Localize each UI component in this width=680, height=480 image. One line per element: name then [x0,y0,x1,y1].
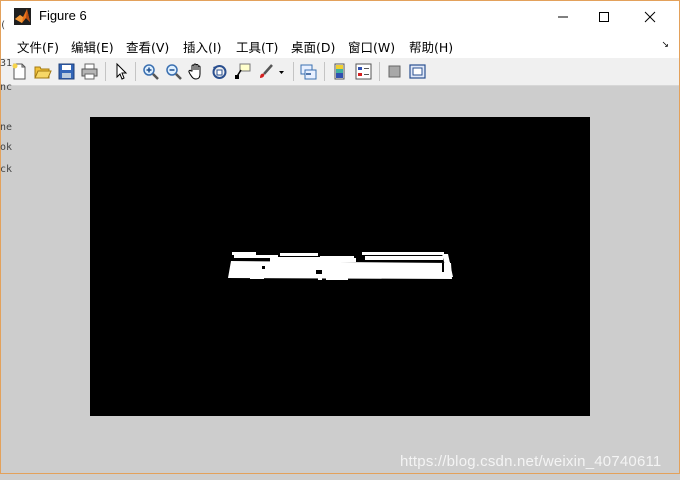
maximize-button[interactable] [581,1,627,32]
print-icon [81,63,98,80]
background-text-fragment: ok [0,142,13,153]
toolbar-separator [135,62,136,81]
figure-canvas[interactable]: https://blog.csdn.net/weixin_40740611 [1,86,679,473]
title-bar[interactable]: Figure 6 [1,1,679,32]
zoom-in-button[interactable] [141,62,160,81]
save-icon [58,63,75,80]
link-plot-icon [300,64,317,80]
hide-plot-tools-button[interactable] [385,62,404,81]
background-text-fragment: 31 [0,58,13,69]
window-title: Figure 6 [39,8,87,23]
insert-legend-icon [355,63,372,80]
background-text-fragment: ck [0,164,13,175]
menu-desktop[interactable]: 桌面(D) [291,37,335,56]
link-plot-button[interactable] [299,62,318,81]
rotate-3d-icon [212,65,227,79]
chevron-down-icon [279,71,284,74]
show-plot-tools-button[interactable] [408,62,427,81]
zoom-out-icon [166,64,182,80]
menu-edit[interactable]: 编辑(E) [71,37,114,56]
edit-plot-button[interactable] [111,62,130,81]
brush-button[interactable] [257,62,276,81]
toolbar-separator [324,62,325,81]
brush-icon [260,64,273,78]
data-cursor-icon [235,63,251,79]
print-button[interactable] [80,62,99,81]
menu-help[interactable]: 帮助(H) [409,37,453,56]
background-text-fragment: ( [0,20,7,31]
background-text-fragment: ne [0,122,13,133]
hide-plot-tools-icon [388,65,401,78]
maximize-icon [599,11,609,22]
insert-colorbar-button[interactable] [330,62,349,81]
save-button[interactable] [57,62,76,81]
insert-colorbar-icon [334,63,345,80]
menubar-overflow-arrow[interactable]: ↘ [661,40,669,50]
menu-window[interactable]: 窗口(W) [348,37,395,56]
background-text-fragment: nc [0,82,13,93]
menu-insert[interactable]: 插入(I) [183,37,221,56]
binary-image [90,117,590,416]
pan-button[interactable] [187,62,206,81]
watermark-text: https://blog.csdn.net/weixin_40740611 [400,453,662,470]
open-file-button[interactable] [33,62,52,81]
toolbar-separator [105,62,106,81]
new-figure-button[interactable] [10,62,29,81]
brush-dropdown-button[interactable] [277,62,286,81]
show-plot-tools-icon [409,64,426,79]
edit-plot-icon [116,62,128,80]
menu-file[interactable]: 文件(F) [17,37,59,56]
figure-toolbar [1,58,679,86]
menu-view[interactable]: 查看(V) [126,37,169,56]
figure-window: Figure 6 文件(F) 编辑(E) 查看(V) 插入(I) 工具(T) 桌… [0,0,680,474]
rotate-3d-button[interactable] [210,62,229,81]
menu-tools[interactable]: 工具(T) [236,37,278,56]
minimize-button[interactable] [540,1,586,32]
new-figure-icon [12,63,26,80]
pan-icon [188,63,201,80]
zoom-in-icon [143,64,159,80]
close-button[interactable] [627,1,673,32]
toolbar-separator [293,62,294,81]
zoom-out-button[interactable] [164,62,183,81]
matlab-logo-icon [14,8,31,25]
insert-legend-button[interactable] [354,62,373,81]
close-icon [644,11,656,22]
data-cursor-button[interactable] [233,62,252,81]
minimize-icon [558,16,568,17]
toolbar-separator [379,62,380,81]
menu-bar: 文件(F) 编辑(E) 查看(V) 插入(I) 工具(T) 桌面(D) 窗口(W… [1,32,679,58]
open-file-icon [34,66,52,79]
